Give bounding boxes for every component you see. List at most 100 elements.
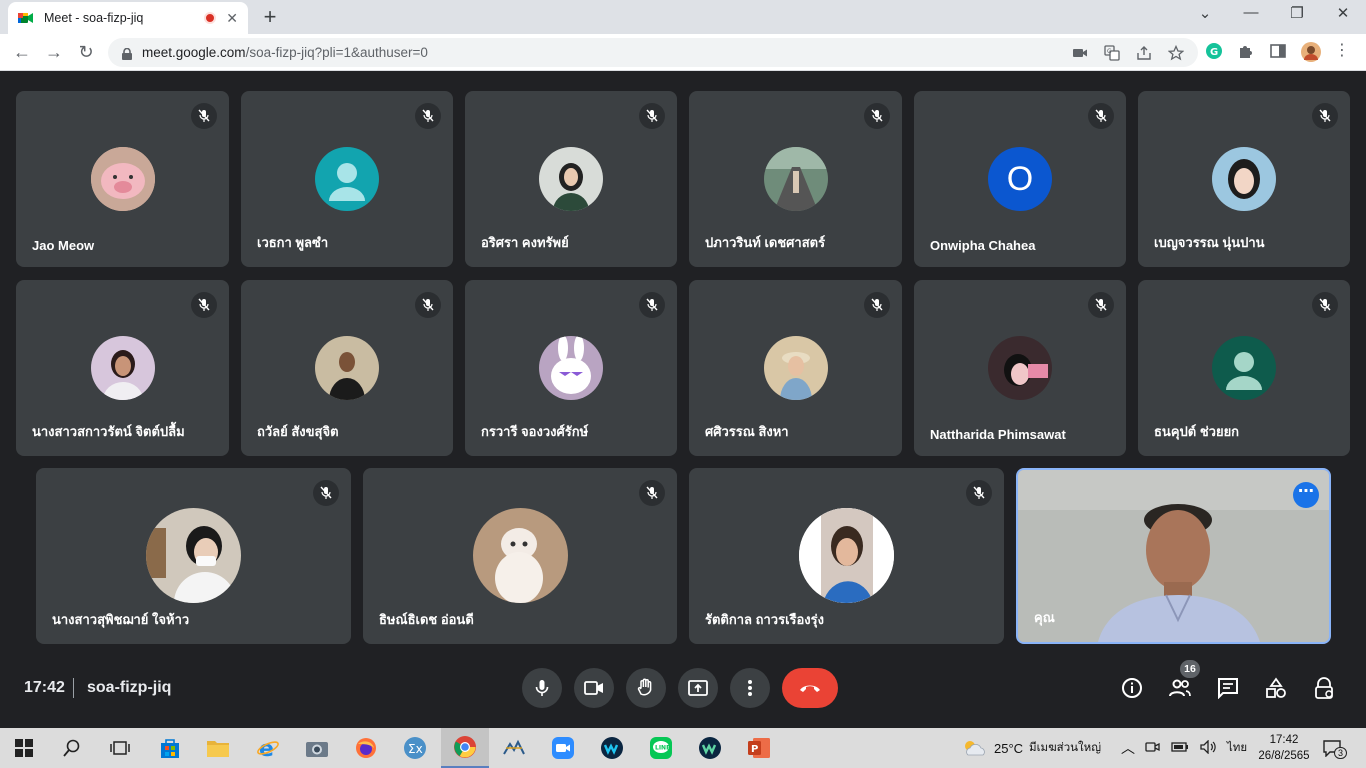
mic-off-icon	[1088, 292, 1114, 318]
more-options-icon[interactable]: ⋯	[1293, 482, 1319, 508]
chrome-icon[interactable]	[441, 728, 489, 768]
taskbar-clock[interactable]: 17:42 26/8/2565	[1254, 732, 1314, 764]
extensions-area: G ⋮	[1205, 42, 1351, 62]
mic-off-icon	[191, 103, 217, 129]
host-controls-lock-icon[interactable]	[1312, 676, 1336, 700]
microphone-button[interactable]	[522, 668, 562, 708]
avatar	[1212, 147, 1276, 211]
mic-off-icon	[415, 103, 441, 129]
powerpoint-icon[interactable]: P	[735, 728, 783, 768]
more-options-button[interactable]	[730, 668, 770, 708]
participant-tile[interactable]: Jao Meow	[16, 91, 229, 267]
self-view-tile[interactable]: ⋯ คุณ	[1016, 468, 1331, 644]
avatar	[764, 336, 828, 400]
internet-explorer-icon[interactable]: e	[244, 728, 292, 768]
back-icon[interactable]: ←	[10, 41, 34, 65]
line-app-icon[interactable]: LINE	[637, 728, 685, 768]
forward-icon[interactable]: →	[42, 41, 66, 65]
participant-tile[interactable]: เวธกา พูลซำ	[241, 91, 453, 267]
show-hidden-icons-chevron-icon[interactable]: ︿	[1121, 738, 1135, 758]
self-video	[1018, 470, 1329, 642]
zoom-icon[interactable]	[539, 728, 587, 768]
new-tab-icon[interactable]: +	[258, 4, 282, 30]
math-app-icon[interactable]: Σx	[391, 728, 439, 768]
grammarly-icon[interactable]: G	[1205, 42, 1223, 60]
participant-name: ธิษณ์ธิเดช อ่อนดี	[379, 612, 474, 627]
meeting-code: soa-fizp-jiq	[87, 679, 172, 696]
activities-icon[interactable]	[1264, 676, 1288, 700]
task-view-icon[interactable]	[96, 728, 144, 768]
camera-in-use-icon[interactable]	[1072, 45, 1088, 61]
svg-text:e: e	[259, 737, 274, 760]
microsoft-store-icon[interactable]	[146, 728, 194, 768]
weather-widget[interactable]: 25°C มีเมฆส่วนใหญ่	[962, 728, 1101, 768]
avatar	[539, 336, 603, 400]
avatar	[91, 147, 155, 211]
participant-tile[interactable]: ปภาวรินท์ เดชศาสตร์	[689, 91, 902, 267]
file-explorer-icon[interactable]	[194, 728, 242, 768]
present-screen-button[interactable]	[678, 668, 718, 708]
participant-tile[interactable]: นางสาวสุพิชฌาย์ ใจห้าว	[36, 468, 351, 644]
firefox-icon[interactable]	[342, 728, 390, 768]
participant-tile[interactable]: ศศิวรรณ สิงหา	[689, 280, 902, 456]
bookmark-star-icon[interactable]	[1167, 44, 1185, 61]
participant-tile[interactable]: Nattharida Phimsawat	[914, 280, 1126, 456]
participant-tile[interactable]: เบญจวรรณ นุ่นปาน	[1138, 91, 1350, 267]
meet-now-icon[interactable]	[1145, 740, 1161, 757]
webex-meetings-icon[interactable]	[686, 728, 734, 768]
avatar	[315, 336, 379, 400]
chat-icon[interactable]	[1216, 676, 1240, 700]
raise-hand-button[interactable]	[626, 668, 666, 708]
address-bar[interactable]: meet.google.com/soa-fizp-jiq?pli=1&authu…	[108, 38, 1198, 67]
close-window-icon[interactable]: ✕	[1328, 4, 1358, 22]
participant-tile[interactable]: กรวารี จองวงศ์รักษ์	[465, 280, 677, 456]
translate-icon[interactable]: G	[1104, 45, 1120, 61]
participant-tile[interactable]: นางสาวสกาวรัตน์ จิตต์ปลื้ม	[16, 280, 229, 456]
extensions-puzzle-icon[interactable]	[1237, 42, 1255, 60]
leave-call-button[interactable]	[782, 668, 838, 708]
tab-title: Meet - soa-fizp-jiq	[44, 11, 144, 25]
lock-icon[interactable]	[122, 47, 132, 60]
windows-start-icon[interactable]	[0, 728, 48, 768]
system-tray: ︿ ไทย	[1121, 728, 1247, 768]
restore-icon[interactable]: ❐	[1282, 4, 1312, 22]
network-app-icon[interactable]	[490, 728, 538, 768]
camera-app-icon[interactable]	[293, 728, 341, 768]
input-language[interactable]: ไทย	[1227, 739, 1247, 757]
microphone-icon	[535, 680, 549, 696]
mic-off-icon	[1312, 292, 1338, 318]
participant-tile[interactable]: รัตติกาล ถาวรเรืองรุ่ง	[689, 468, 1004, 644]
windows-taskbar: e Σx LINE P 25°C มีเมฆส่วนใหญ่ ︿ ไทย 17:…	[0, 728, 1366, 768]
temperature: 25°C	[994, 740, 1024, 756]
participant-tile[interactable]: ถวัลย์ สังขสุจิต	[241, 280, 453, 456]
participant-name: เวธกา พูลซำ	[257, 235, 329, 250]
battery-icon[interactable]	[1171, 741, 1189, 756]
share-icon[interactable]	[1136, 45, 1152, 61]
webex-icon[interactable]	[588, 728, 636, 768]
weather-description: มีเมฆส่วนใหญ่	[1029, 742, 1102, 754]
participant-tile[interactable]: ธนคุปต์ ช่วยยก	[1138, 280, 1350, 456]
participant-name: ศศิวรรณ สิงหา	[705, 424, 789, 439]
participant-tile[interactable]: O Onwipha Chahea	[914, 91, 1126, 267]
browser-tab[interactable]: Meet - soa-fizp-jiq ✕	[8, 2, 248, 34]
side-panel-icon[interactable]	[1269, 42, 1287, 60]
volume-icon[interactable]	[1199, 738, 1217, 757]
profile-avatar[interactable]	[1301, 42, 1321, 62]
avatar-initial: O	[1006, 159, 1034, 198]
meeting-details-icon[interactable]	[1120, 676, 1144, 700]
svg-text:G: G	[1107, 48, 1112, 55]
search-icon[interactable]	[48, 728, 96, 768]
tab-search-chevron-icon[interactable]: ⌄	[1190, 4, 1220, 22]
participant-name: Onwipha Chahea	[930, 238, 1036, 253]
minimize-icon[interactable]: —	[1236, 4, 1266, 21]
participant-tile[interactable]: ธิษณ์ธิเดช อ่อนดี	[363, 468, 677, 644]
browser-menu-icon[interactable]: ⋮	[1333, 42, 1351, 60]
notification-center[interactable]: 3	[1322, 728, 1348, 768]
url-host: meet.google.com	[142, 45, 246, 60]
tab-close-icon[interactable]: ✕	[226, 10, 238, 27]
mic-off-icon	[1312, 103, 1338, 129]
camera-button[interactable]	[574, 668, 614, 708]
participant-tile[interactable]: อริศรา คงทรัพย์	[465, 91, 677, 267]
reload-icon[interactable]: ↻	[74, 41, 98, 65]
participants-icon[interactable]	[1168, 676, 1192, 700]
